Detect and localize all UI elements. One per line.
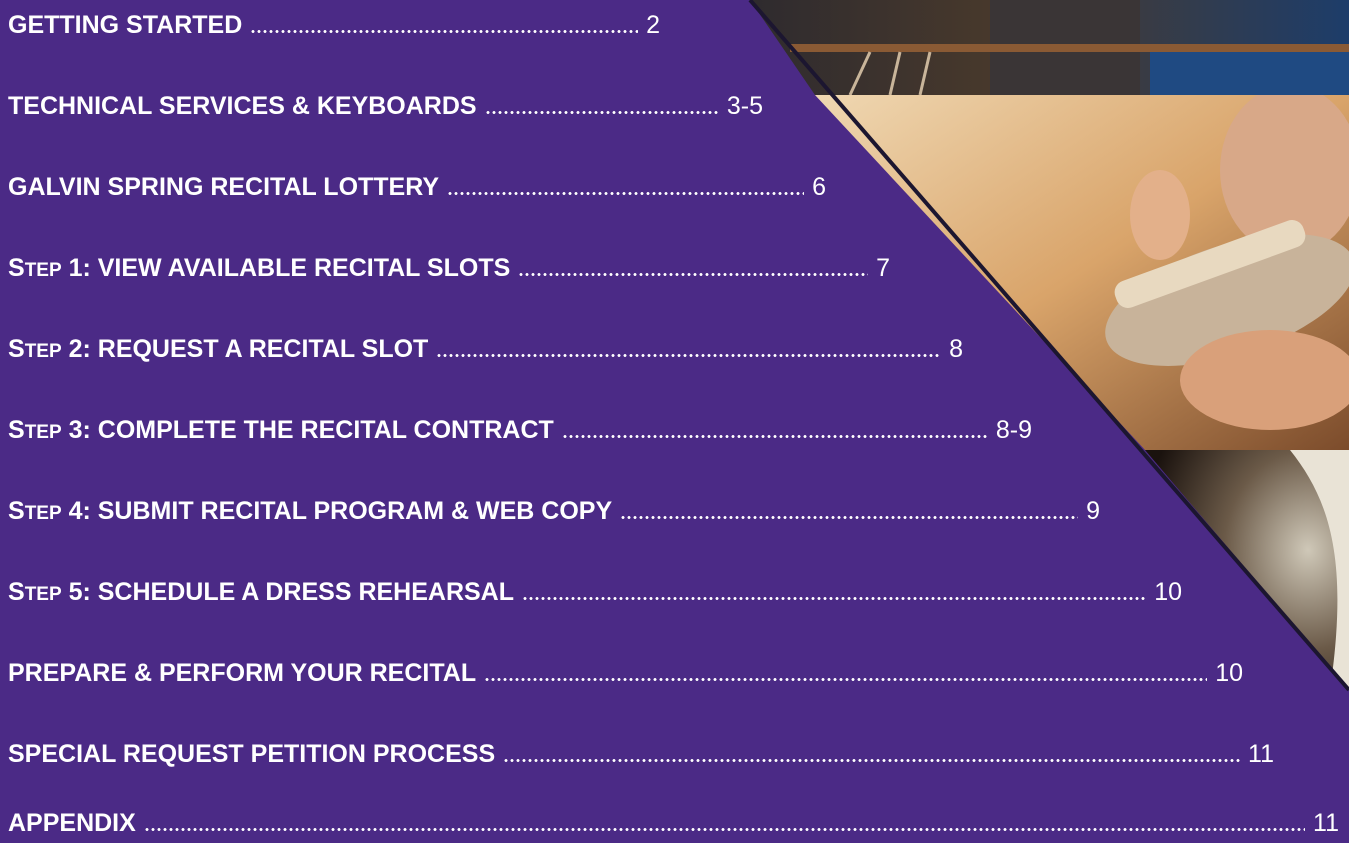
toc-item-technical-services[interactable]: TECHNICAL SERVICES & KEYBOARDS 3-5 [8, 86, 763, 126]
toc-item-title: STEP 5: SCHEDULE A DRESS REHEARSAL [8, 577, 515, 606]
toc-item-title: SPECIAL REQUEST PETITION PROCESS [8, 739, 496, 768]
toc-item-page: 3-5 [726, 91, 763, 120]
toc-item-page: 10 [1215, 658, 1243, 687]
toc-leader-dots [143, 827, 1306, 831]
toc-item-step-3[interactable]: STEP 3: COMPLETE THE RECITAL CONTRACT 8-… [8, 410, 1032, 450]
toc-leader-dots [522, 596, 1147, 600]
toc-leader-dots [620, 515, 1079, 519]
toc-item-title: STEP 4: SUBMIT RECITAL PROGRAM & WEB COP… [8, 496, 613, 525]
toc-item-page: 10 [1154, 577, 1182, 606]
toc-leader-dots [518, 272, 869, 276]
toc-item-step-1[interactable]: STEP 1: VIEW AVAILABLE RECITAL SLOTS 7 [8, 248, 890, 288]
toc-item-step-5[interactable]: STEP 5: SCHEDULE A DRESS REHEARSAL 10 [8, 572, 1182, 612]
toc-leader-dots [503, 758, 1241, 762]
toc-item-title: GETTING STARTED [8, 10, 243, 39]
toc-leader-dots [484, 110, 719, 114]
toc-item-page: 6 [812, 172, 826, 201]
toc-item-page: 8 [949, 334, 963, 363]
toc-item-title: STEP 2: REQUEST A RECITAL SLOT [8, 334, 429, 363]
toc-item-galvin-lottery[interactable]: GALVIN SPRING RECITAL LOTTERY 6 [8, 167, 826, 207]
toc-item-appendix[interactable]: APPENDIX 11 [8, 803, 1339, 843]
toc-leader-dots [484, 677, 1208, 681]
toc-leader-dots [561, 434, 988, 438]
toc-item-title: GALVIN SPRING RECITAL LOTTERY [8, 172, 440, 201]
toc-item-title: TECHNICAL SERVICES & KEYBOARDS [8, 91, 477, 120]
toc-leader-dots [447, 191, 805, 195]
toc-item-title: STEP 3: COMPLETE THE RECITAL CONTRACT [8, 415, 554, 444]
toc-item-prepare-perform[interactable]: PREPARE & PERFORM YOUR RECITAL 10 [8, 653, 1243, 693]
toc-item-step-4[interactable]: STEP 4: SUBMIT RECITAL PROGRAM & WEB COP… [8, 491, 1100, 531]
toc-item-page: 7 [876, 253, 890, 282]
toc-item-title: APPENDIX [8, 808, 136, 837]
toc-item-page: 9 [1086, 496, 1100, 525]
toc-item-page: 8-9 [995, 415, 1032, 444]
table-of-contents: GETTING STARTED 2 TECHNICAL SERVICES & K… [0, 0, 1349, 837]
toc-item-title: PREPARE & PERFORM YOUR RECITAL [8, 658, 477, 687]
toc-leader-dots [436, 353, 942, 357]
toc-item-page: 11 [1313, 808, 1339, 837]
toc-leader-dots [250, 29, 639, 33]
toc-item-page: 2 [646, 10, 660, 39]
toc-item-title: STEP 1: VIEW AVAILABLE RECITAL SLOTS [8, 253, 511, 282]
toc-item-getting-started[interactable]: GETTING STARTED 2 [8, 5, 660, 45]
toc-item-special-request[interactable]: SPECIAL REQUEST PETITION PROCESS 11 [8, 734, 1274, 774]
toc-item-page: 11 [1248, 739, 1274, 768]
toc-item-step-2[interactable]: STEP 2: REQUEST A RECITAL SLOT 8 [8, 329, 963, 369]
